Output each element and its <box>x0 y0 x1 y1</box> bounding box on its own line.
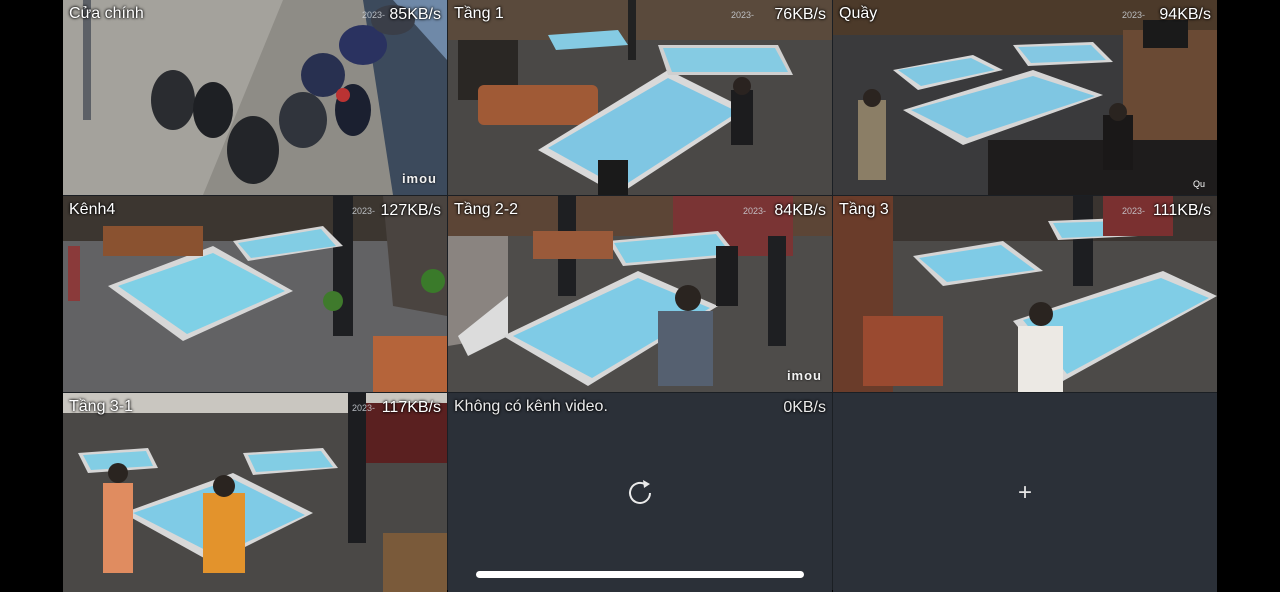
camera-name: Tầng 2-2 <box>454 201 519 218</box>
camera-name: Tầng 3-1 <box>69 398 134 415</box>
plus-icon[interactable]: + <box>1018 480 1032 505</box>
camera-feed <box>63 196 447 392</box>
camera-name: Cửa chính <box>69 5 144 22</box>
camera-name: Tầng 1 <box>454 5 504 22</box>
timestamp: 2023- <box>1121 206 1145 216</box>
bitrate: 94KB/s <box>1159 6 1211 23</box>
bitrate: 76KB/s <box>774 6 826 23</box>
bitrate: 84KB/s <box>774 202 826 219</box>
timestamp: 2023- <box>351 206 375 216</box>
camera-name: Kênh4 <box>69 201 116 218</box>
imou-watermark: imou <box>401 171 437 186</box>
camera-tile-add[interactable]: + <box>833 393 1217 592</box>
camera-name: Tầng 3 <box>839 201 889 218</box>
camera-tile-quay[interactable]: Quầy 2023- 94KB/s Qu <box>833 0 1217 195</box>
camera-feed <box>63 0 447 195</box>
camera-tile-tang-3-1[interactable]: Tầng 3-1 2023- 117KB/s <box>63 393 447 592</box>
timestamp: 2023- <box>1121 10 1145 20</box>
camera-tile-tang-2-2[interactable]: Tầng 2-2 2023- 84KB/s imou <box>448 196 832 392</box>
camera-tile-kenh4[interactable]: Kênh4 2023- 127KB/s <box>63 196 447 392</box>
no-channel-message: Không có kênh video. <box>454 398 608 415</box>
bitrate: 127KB/s <box>380 202 441 219</box>
timestamp: 2023- <box>351 403 375 413</box>
camera-tile-tang-3[interactable]: Tầng 3 2023- 111KB/s <box>833 196 1217 392</box>
corner-label: Qu <box>1192 179 1205 189</box>
timestamp: 2023- <box>730 10 754 20</box>
camera-feed <box>63 393 447 592</box>
imou-watermark: imou <box>786 368 822 383</box>
camera-tile-cua-chinh[interactable]: Cửa chính 2023- 85KB/s imou <box>63 0 447 195</box>
bitrate: 0KB/s <box>783 399 826 416</box>
bitrate: 85KB/s <box>389 6 441 23</box>
camera-tile-no-channel[interactable]: Không có kênh video. 0KB/s <box>448 393 832 592</box>
timestamp: 2023- <box>361 10 385 20</box>
camera-name: Quầy <box>839 5 878 22</box>
reload-icon[interactable] <box>623 476 657 510</box>
camera-tile-tang-1[interactable]: Tầng 1 2023- 76KB/s <box>448 0 832 195</box>
home-indicator[interactable] <box>476 571 804 578</box>
timestamp: 2023- <box>742 206 766 216</box>
bitrate: 117KB/s <box>381 399 441 416</box>
bitrate: 111KB/s <box>1152 202 1211 219</box>
camera-feed <box>448 196 832 392</box>
camera-feed <box>833 0 1217 195</box>
camera-feed <box>833 196 1217 392</box>
camera-grid: Cửa chính 2023- 85KB/s imou Tầng 1 2023-… <box>63 0 1217 592</box>
camera-feed <box>448 0 832 195</box>
